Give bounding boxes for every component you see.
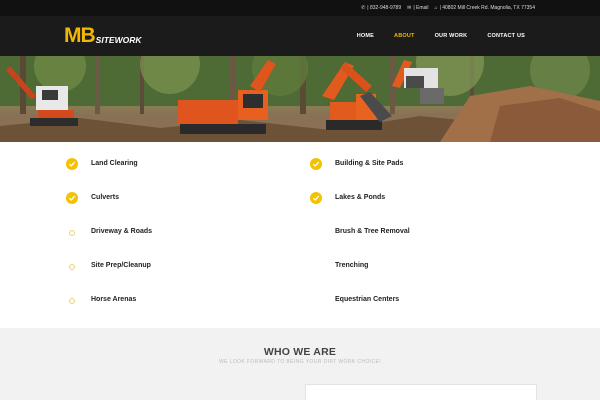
service-label: Horse Arenas [91, 296, 137, 303]
service-item-building-site-pads: Building & Site Pads [310, 158, 404, 170]
logo-sitework: SITEWORK [95, 35, 142, 45]
phone-text[interactable]: | 832-948-9789 [367, 5, 401, 11]
hero-excavators-illustration [0, 56, 600, 142]
service-label: Brush & Tree Removal [335, 228, 410, 235]
service-item-driveway-roads: Driveway & Roads [69, 228, 153, 236]
check-circle-icon [66, 158, 78, 170]
faded-circle-icon [69, 298, 75, 304]
service-item-equestrian-centers: Equestrian Centers [335, 296, 399, 303]
email-text[interactable]: | Email [413, 5, 428, 11]
service-item-brush-tree-removal: Brush & Tree Removal [335, 228, 410, 235]
service-label: Lakes & Ponds [335, 194, 386, 201]
nav-home[interactable]: HOME [347, 33, 384, 39]
home-icon: ⌂ [434, 4, 438, 11]
site-logo[interactable]: MB SITEWORK [64, 24, 142, 47]
top-contact-bar: ✆ | 832-948-9789 ✉ | Email ⌂ | 40802 Mil… [0, 0, 600, 16]
who-we-are-section: WHO WE ARE WE LOOK FORWARD TO BEING YOUR… [0, 328, 600, 400]
envelope-icon: ✉ [407, 4, 412, 11]
faded-circle-icon [69, 264, 75, 270]
logo-mb: MB [64, 24, 96, 47]
service-item-trenching: Trenching [335, 262, 368, 269]
check-circle-icon [310, 158, 322, 170]
service-item-land-clearing: Land Clearing [66, 158, 138, 170]
faded-circle-icon [69, 230, 75, 236]
check-circle-icon [66, 192, 78, 204]
address-link[interactable]: ⌂ | 40802 Mill Creek Rd. Magnolia, TX 77… [435, 5, 535, 11]
service-label: Driveway & Roads [91, 228, 153, 235]
service-label: Site Prep/Cleanup [91, 262, 151, 269]
service-label: Culverts [91, 194, 120, 201]
content-card [305, 384, 537, 400]
hero-banner-image [0, 56, 600, 142]
email-link[interactable]: ✉ | Email [407, 5, 428, 11]
main-nav: HOME ABOUT OUR WORK CONTACT US [347, 33, 535, 39]
service-item-culverts: Culverts [66, 192, 120, 204]
service-item-horse-arenas: Horse Arenas [69, 296, 137, 304]
services-section: Land Clearing Culverts Driveway & Roads … [0, 142, 600, 328]
service-label: Trenching [335, 262, 369, 269]
check-circle-icon [310, 192, 322, 204]
address-text[interactable]: | 40802 Mill Creek Rd. Magnolia, TX 7735… [440, 5, 535, 11]
page: ✆ | 832-948-9789 ✉ | Email ⌂ | 40802 Mil… [0, 0, 600, 400]
section-title: WHO WE ARE [263, 346, 337, 358]
phone-icon: ✆ [361, 4, 366, 11]
nav-about[interactable]: ABOUT [384, 33, 425, 39]
nav-contact-us[interactable]: CONTACT US [477, 33, 535, 39]
service-label: Building & Site Pads [335, 160, 404, 167]
nav-our-work[interactable]: OUR WORK [425, 33, 478, 39]
service-label: Land Clearing [91, 160, 138, 167]
service-item-site-prep: Site Prep/Cleanup [69, 262, 151, 270]
site-header: MB SITEWORK HOME ABOUT OUR WORK CONTACT … [0, 16, 600, 56]
phone-link[interactable]: ✆ | 832-948-9789 [361, 5, 401, 11]
section-subtitle: WE LOOK FORWARD TO BEING YOUR DIRT WORK … [219, 359, 381, 365]
service-item-lakes-ponds: Lakes & Ponds [310, 192, 386, 204]
service-label: Equestrian Centers [335, 296, 400, 303]
